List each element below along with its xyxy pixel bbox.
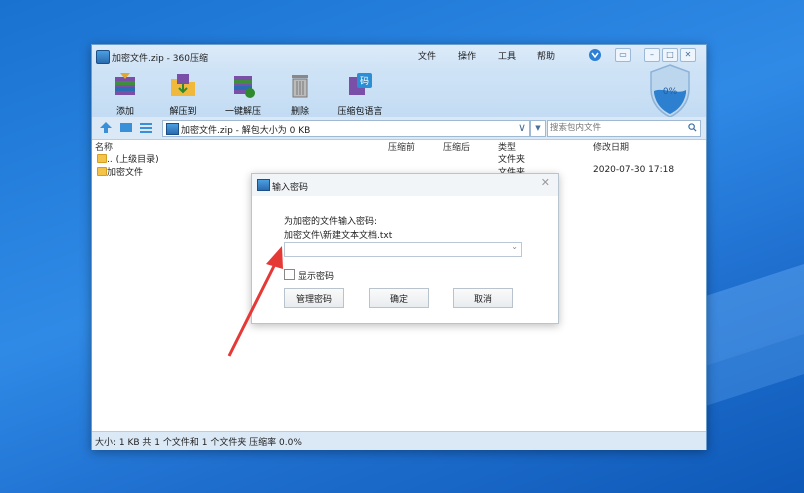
delete-button[interactable]: 删除: [285, 71, 315, 117]
search-box: [547, 120, 701, 137]
thumbnail-view-icon[interactable]: [119, 121, 133, 134]
add-label: 添加: [115, 107, 134, 117]
manage-passwords-button[interactable]: 管理密码: [284, 288, 344, 308]
delete-label: 删除: [290, 107, 309, 117]
row-type: 文件夹: [498, 155, 526, 165]
dialog-title-bar: 输入密码 ✕: [252, 174, 558, 196]
shield-icon[interactable]: 0%: [648, 63, 692, 119]
language-icon: 码: [349, 73, 372, 95]
archive-icon: [257, 179, 270, 191]
close-icon[interactable]: ✕: [541, 176, 550, 189]
address-bar: 加密文件.zip - 解包大小为 0 KB ∨ ▼: [92, 117, 706, 140]
svg-text:码: 码: [360, 76, 369, 87]
archive-icon: [166, 123, 179, 135]
skin-icon[interactable]: [588, 48, 602, 62]
minimize-button[interactable]: –: [644, 48, 660, 62]
add-archive-icon: [115, 73, 135, 95]
encrypted-file-path: 加密文件\新建文本文档.txt: [284, 231, 393, 241]
one-click-extract-label: 一键解压: [224, 107, 261, 117]
settings-menu-button[interactable]: ▭: [615, 48, 631, 62]
menu-help[interactable]: 帮助: [537, 49, 555, 62]
chevron-down-icon[interactable]: ⌄: [511, 242, 518, 251]
show-password-checkbox[interactable]: [284, 269, 295, 280]
search-icon[interactable]: [688, 123, 697, 132]
path-field[interactable]: 加密文件.zip - 解包大小为 0 KB ∨: [162, 120, 530, 137]
status-text: 大小: 1 KB 共 1 个文件和 1 个文件夹 压缩率 0.0%: [95, 438, 302, 448]
cancel-button[interactable]: 取消: [453, 288, 513, 308]
path-dropdown-button[interactable]: ▼: [530, 120, 546, 137]
add-button[interactable]: 添加: [108, 71, 142, 117]
one-click-extract-button[interactable]: 一键解压: [221, 71, 265, 117]
folder-icon: [97, 167, 107, 176]
password-input[interactable]: [287, 243, 507, 255]
folder-extract-icon: [171, 74, 195, 96]
password-field: ⌄: [284, 242, 522, 257]
archive-language-label: 压缩包语言: [337, 107, 383, 117]
archive-language-button[interactable]: 码 压缩包语言: [335, 71, 385, 117]
app-logo-icon: [96, 50, 110, 64]
menu-file[interactable]: 文件: [418, 49, 436, 62]
window-title: 加密文件.zip - 360压缩: [112, 54, 208, 64]
extract-to-button[interactable]: 解压到: [165, 71, 201, 117]
row-modified: 2020-07-30 17:18: [593, 165, 675, 175]
up-arrow-icon[interactable]: [99, 121, 113, 134]
folder-icon: [97, 154, 107, 163]
menu-tools[interactable]: 工具: [498, 49, 516, 62]
password-prompt: 为加密的文件输入密码:: [284, 217, 378, 227]
row-name: 加密文件: [107, 168, 144, 178]
password-dialog: 输入密码 ✕ 为加密的文件输入密码: 加密文件\新建文本文档.txt ⌄ 显示密…: [251, 173, 559, 324]
search-input[interactable]: [550, 122, 678, 134]
row-name: .. (上级目录): [107, 155, 159, 165]
toolbar: 添加 解压到 一键解压 删除 码 压缩包语言: [92, 69, 706, 117]
menu-operate[interactable]: 操作: [458, 49, 476, 62]
list-view-icon[interactable]: [139, 121, 153, 134]
chevron-down-icon[interactable]: ∨: [518, 121, 526, 134]
extract-to-label: 解压到: [169, 107, 197, 117]
maximize-button[interactable]: □: [662, 48, 678, 62]
path-text: 加密文件.zip - 解包大小为 0 KB: [181, 126, 311, 136]
ok-button[interactable]: 确定: [369, 288, 429, 308]
title-bar: 加密文件.zip - 360压缩 文件 操作 工具 帮助 ▭ – □ ✕: [92, 45, 706, 69]
close-button[interactable]: ✕: [680, 48, 696, 62]
dialog-title: 输入密码: [272, 183, 309, 193]
show-password-label[interactable]: 显示密码: [298, 269, 334, 282]
shield-percent: 0%: [663, 87, 678, 97]
trash-icon: [292, 75, 308, 98]
table-row[interactable]: .. (上级目录) 文件夹: [92, 152, 706, 165]
quick-extract-icon: [234, 76, 255, 98]
status-bar: 大小: 1 KB 共 1 个文件和 1 个文件夹 压缩率 0.0%: [92, 431, 706, 450]
